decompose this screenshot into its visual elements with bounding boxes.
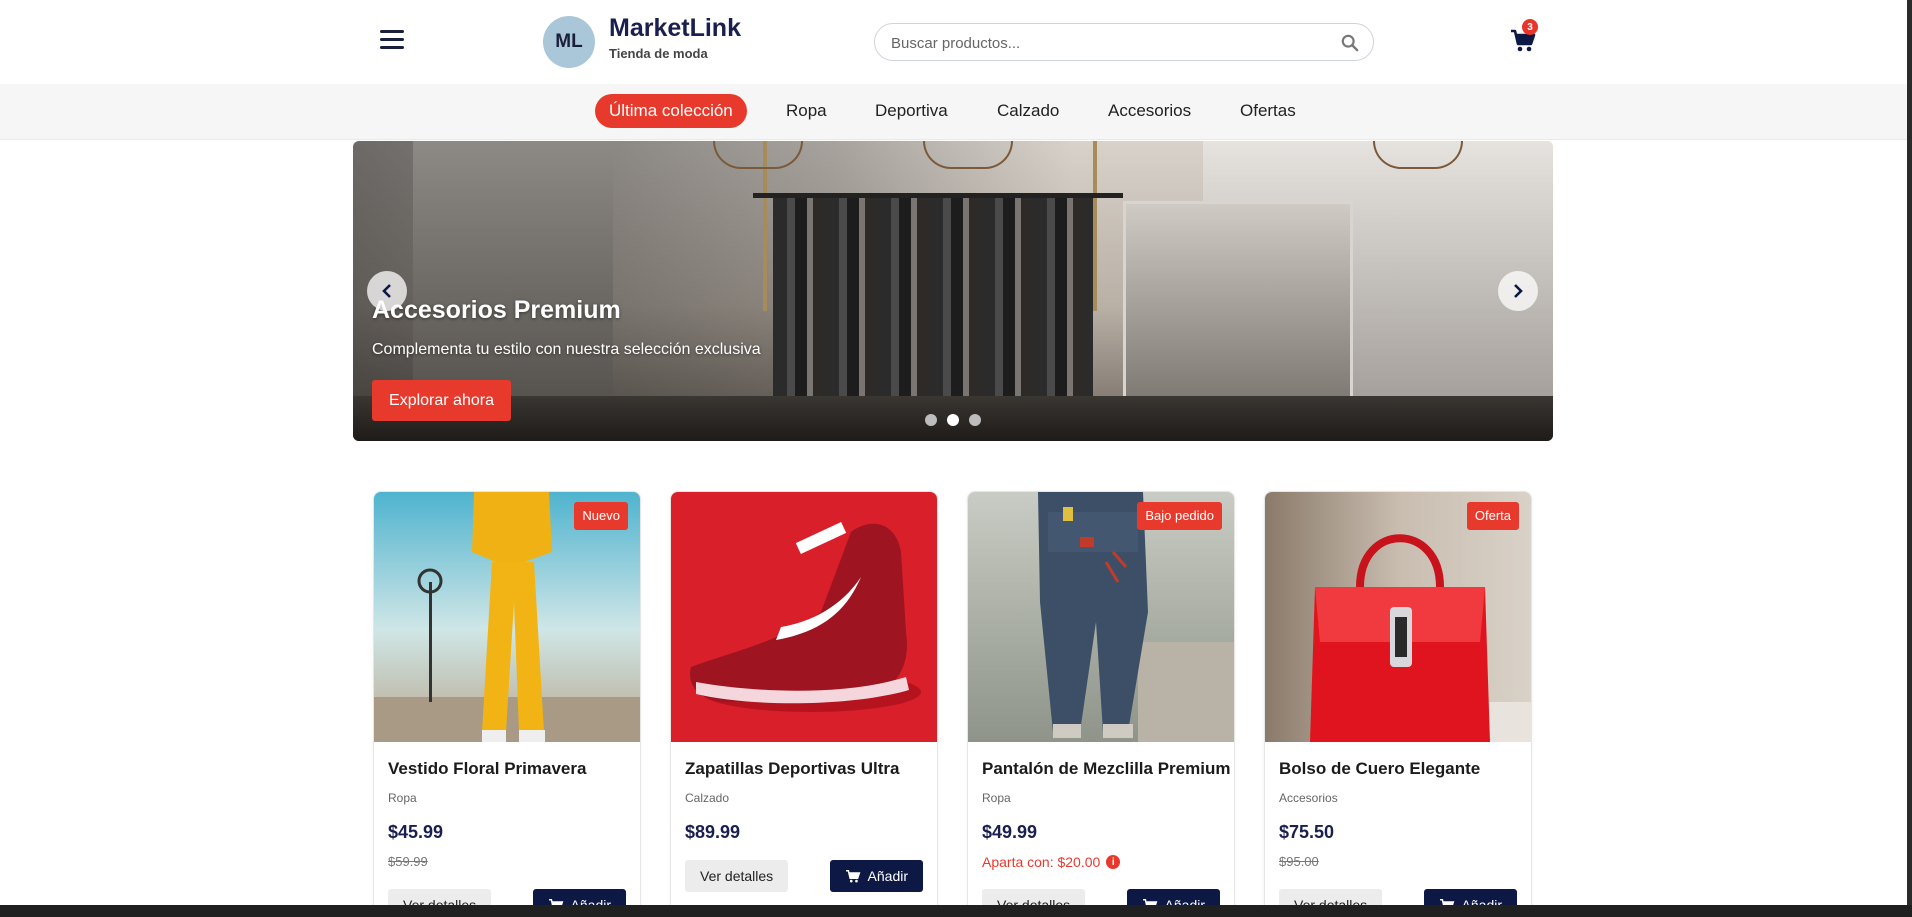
hero-title: Accesorios Premium bbox=[372, 296, 621, 324]
product-badge: Nuevo bbox=[574, 502, 628, 530]
carousel-next-button[interactable] bbox=[1498, 271, 1538, 311]
taskbar bbox=[0, 905, 1912, 917]
product-name[interactable]: Vestido Floral Primavera bbox=[388, 759, 586, 779]
menu-icon[interactable] bbox=[380, 30, 404, 52]
product-image[interactable] bbox=[671, 492, 938, 742]
hero-subtitle: Complementa tu estilo con nuestra selecc… bbox=[372, 341, 761, 358]
category-ropa[interactable]: Ropa bbox=[772, 94, 841, 128]
product-price: $49.99 bbox=[982, 822, 1038, 842]
deposit-text: Aparta con: $20.00 bbox=[982, 854, 1101, 870]
carousel-dot-1[interactable] bbox=[925, 414, 937, 426]
product-name[interactable]: Zapatillas Deportivas Ultra bbox=[685, 759, 899, 779]
page: ML MarketLink Tienda de moda 3 Última co… bbox=[0, 0, 1912, 917]
carousel-dot-2[interactable] bbox=[947, 414, 959, 426]
product-price: $75.50 bbox=[1279, 822, 1335, 842]
category-deportiva[interactable]: Deportiva bbox=[861, 94, 962, 128]
search-input[interactable] bbox=[891, 32, 1321, 54]
product-category: Ropa bbox=[388, 791, 417, 805]
product-name[interactable]: Bolso de Cuero Elegante bbox=[1279, 759, 1480, 779]
cart-icon bbox=[845, 869, 860, 882]
product-card: Zapatillas Deportivas Ultra Calzado $89.… bbox=[670, 491, 938, 917]
brand-tagline: Tienda de moda bbox=[609, 46, 708, 61]
details-button[interactable]: Ver detalles bbox=[685, 860, 789, 892]
product-name[interactable]: Pantalón de Mezclilla Premium bbox=[982, 759, 1230, 779]
product-old-price: $95.00 bbox=[1279, 854, 1319, 869]
product-card: Bajo pedido Pantalón de Mezclilla Premiu… bbox=[967, 491, 1235, 917]
category-nav: Última colección Ropa Deportiva Calzado … bbox=[0, 84, 1907, 140]
carousel-prev-button[interactable] bbox=[367, 271, 407, 311]
hero-carousel: Accesorios Premium Complementa tu estilo… bbox=[353, 141, 1553, 441]
product-old-price: $59.99 bbox=[388, 854, 428, 869]
search-icon[interactable] bbox=[1341, 34, 1359, 52]
category-calzado[interactable]: Calzado bbox=[983, 94, 1073, 128]
window-edge bbox=[1907, 0, 1912, 917]
product-category: Ropa bbox=[982, 791, 1011, 805]
product-category: Calzado bbox=[685, 791, 730, 805]
search-box bbox=[874, 23, 1374, 61]
explore-button[interactable]: Explorar ahora bbox=[372, 380, 511, 421]
product-badge: Oferta bbox=[1466, 502, 1519, 530]
chevron-right-icon bbox=[1514, 284, 1523, 298]
product-badge: Bajo pedido bbox=[1137, 502, 1222, 530]
product-deposit: Aparta con: $20.00 i bbox=[982, 854, 1121, 870]
product-card: Nuevo Vestido Floral Primavera Ropa $45.… bbox=[373, 491, 641, 917]
carousel-dot-3[interactable] bbox=[969, 414, 981, 426]
brand-name[interactable]: MarketLink bbox=[609, 14, 741, 43]
product-price: $89.99 bbox=[685, 822, 741, 842]
add-to-cart-button[interactable]: Añadir bbox=[829, 860, 923, 892]
product-price: $45.99 bbox=[388, 822, 444, 842]
cart-count-badge: 3 bbox=[1522, 19, 1538, 35]
product-card: Oferta Bolso de Cuero Elegante Accesorio… bbox=[1264, 491, 1532, 917]
category-ofertas[interactable]: Ofertas bbox=[1226, 94, 1310, 128]
add-to-cart-label: Añadir bbox=[867, 868, 908, 884]
category-accesorios[interactable]: Accesorios bbox=[1094, 94, 1205, 128]
chevron-left-icon bbox=[382, 284, 391, 298]
category-latest-collection[interactable]: Última colección bbox=[595, 94, 747, 128]
header: ML MarketLink Tienda de moda 3 bbox=[0, 0, 1907, 84]
info-icon[interactable]: i bbox=[1106, 855, 1121, 869]
product-category: Accesorios bbox=[1279, 791, 1338, 805]
logo[interactable]: ML bbox=[543, 16, 595, 68]
